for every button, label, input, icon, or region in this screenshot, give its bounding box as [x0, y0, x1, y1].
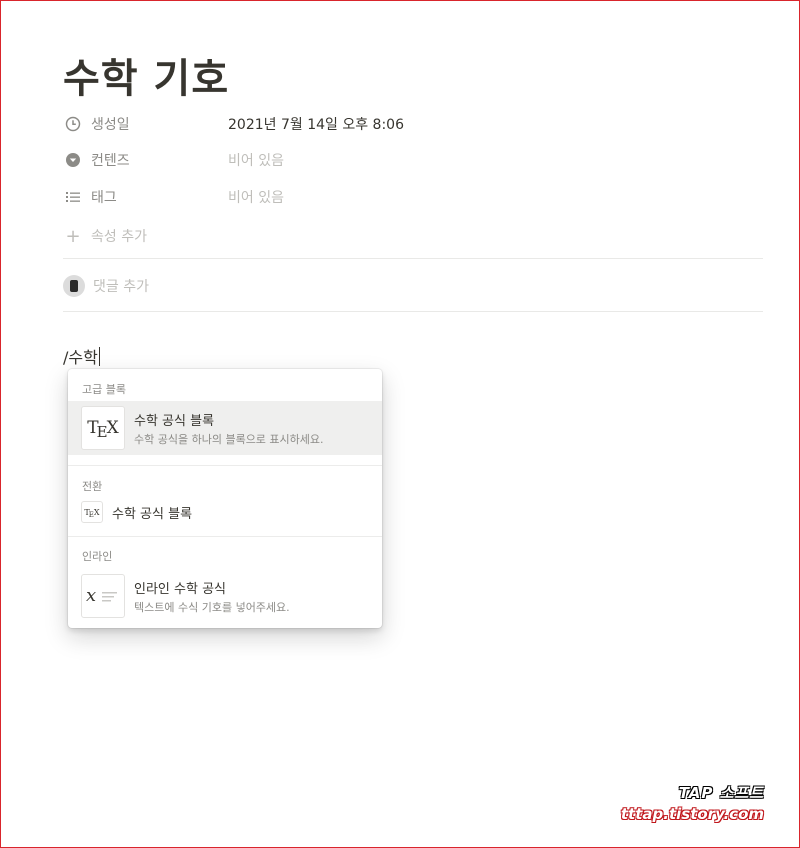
- comment-input[interactable]: 댓글 추가: [93, 276, 149, 296]
- avatar: [63, 275, 85, 297]
- svg-text:x: x: [86, 586, 96, 606]
- property-value: 2021년 7월 14일 오후 8:06: [228, 117, 404, 133]
- property-name: 컨텐즈: [91, 153, 130, 169]
- property-created[interactable]: 생성일 2021년 7월 14일 오후 8:06: [63, 112, 404, 136]
- list-icon: [63, 187, 83, 207]
- menu-item-description: 텍스트에 수식 기호를 넣어주세요.: [134, 600, 290, 614]
- menu-item-inline-math[interactable]: x 인라인 수학 공식 텍스트에 수식 기호를 넣어주세요.: [68, 569, 382, 623]
- menu-item-math-block[interactable]: TEX 수학 공식 블록 수학 공식을 하나의 블록으로 표시하세요.: [68, 401, 382, 455]
- property-value[interactable]: 비어 있음: [228, 187, 284, 207]
- clock-icon: [63, 114, 83, 134]
- divider: [63, 258, 763, 259]
- add-property-label: 속성 추가: [91, 229, 147, 245]
- comment-row[interactable]: 댓글 추가: [63, 273, 149, 299]
- menu-item-description: 수학 공식을 하나의 블록으로 표시하세요.: [134, 432, 324, 446]
- plus-icon: +: [65, 225, 81, 247]
- page-title[interactable]: 수학 기호: [63, 46, 229, 104]
- divider: [63, 311, 763, 312]
- tex-icon: TEX: [81, 501, 103, 523]
- menu-separator: [68, 465, 382, 466]
- watermark-url: tttap.tistory.com: [620, 805, 764, 823]
- add-property-button[interactable]: + 속성 추가: [63, 224, 147, 248]
- menu-item-title: 수학 공식 블록: [134, 413, 215, 429]
- menu-section-heading: 고급 블록: [82, 383, 126, 396]
- property-tags[interactable]: 태그 비어 있음: [63, 185, 284, 209]
- property-content[interactable]: 컨텐즈 비어 있음: [63, 148, 284, 172]
- menu-item-turn-into-math-block[interactable]: TEX 수학 공식 블록: [68, 498, 382, 526]
- menu-item-title: 인라인 수학 공식: [134, 581, 226, 597]
- property-value[interactable]: 비어 있음: [228, 150, 284, 170]
- editor-text[interactable]: /수학: [63, 348, 98, 367]
- property-name: 태그: [91, 190, 117, 206]
- menu-item-title: 수학 공식 블록: [112, 506, 193, 522]
- menu-section-heading: 전환: [82, 480, 103, 493]
- slash-command-menu: 고급 블록 TEX 수학 공식 블록 수학 공식을 하나의 블록으로 표시하세요…: [68, 369, 382, 628]
- inline-math-icon: x: [81, 574, 125, 618]
- property-name: 생성일: [91, 117, 130, 133]
- menu-separator: [68, 536, 382, 537]
- tex-icon: TEX: [81, 406, 125, 450]
- watermark-brand: TAP 소프트: [678, 784, 764, 802]
- caret-circle-icon: [63, 150, 83, 170]
- editor-line[interactable]: /수학: [63, 344, 100, 368]
- watermark: TAP 소프트 tttap.tistory.com: [621, 782, 764, 823]
- menu-section-heading: 인라인: [82, 550, 113, 563]
- text-caret: [98, 347, 100, 366]
